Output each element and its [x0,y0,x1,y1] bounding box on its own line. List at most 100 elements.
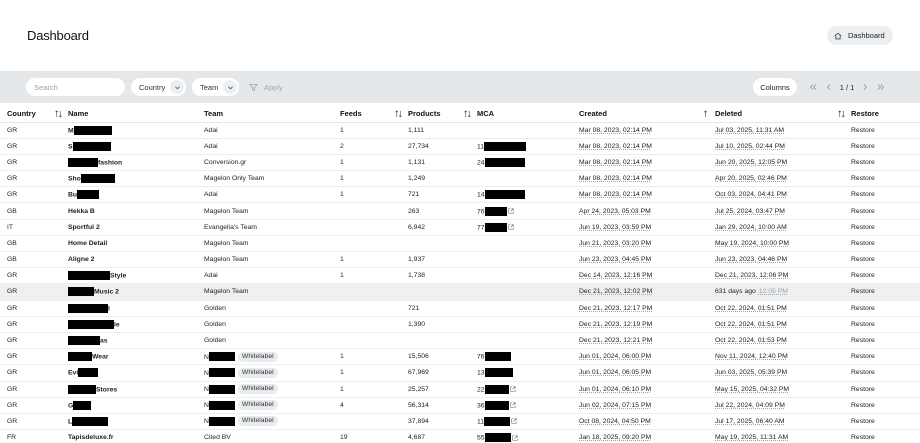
name-cell[interactable]: fashion [68,154,204,172]
restore-cell[interactable]: Restore [851,283,920,301]
sort-icon[interactable] [702,110,709,118]
name-cell[interactable]: as [68,332,204,350]
restore-button[interactable]: Restore [851,434,875,441]
name-cell[interactable]: Sportful 2 [68,219,204,236]
sort-icon[interactable] [464,110,471,118]
table-row[interactable]: GR M Adai 1 1,111 Mar 08, 2023, 02:14 PM Jul 0… [0,122,920,139]
table-row[interactable]: GR Evi N Whitelabel 1 67,969 13 Jun 01, 2024, 0… [0,364,920,382]
column-header[interactable]: Created [579,105,715,123]
restore-button[interactable]: Restore [851,305,875,312]
table-row[interactable]: GR G N Whitelabel 4 56,314 36 Jun 02, 2024, 07:… [0,397,920,414]
mca-cell[interactable]: 24 [477,154,579,172]
table-row[interactable]: GR le Golden 1,390 Dec 21, 2023, 12:19 PM Oct… [0,316,920,333]
table-row[interactable]: GB Home Detail Magelon Team Jun 21, 2023, 0… [0,235,920,253]
name-cell[interactable]: Home Detail [68,235,204,253]
table-row[interactable]: GR Wear N Whitelabel 1 15,506 76 Jun 01, 2024, … [0,348,920,366]
restore-button[interactable]: Restore [851,159,875,166]
restore-cell[interactable]: Restore [851,300,920,317]
table-row[interactable]: GR L N Whitelabel 37,894 11 Oct 08, 2024, 04:5… [0,413,920,431]
name-cell[interactable]: Aligne 2 [68,251,204,269]
restore-cell[interactable]: Restore [851,364,920,382]
external-link-icon[interactable] [509,402,516,409]
restore-button[interactable]: Restore [851,418,875,425]
restore-cell[interactable]: Restore [851,170,920,188]
columns-button[interactable]: Columns [753,78,797,96]
name-cell[interactable]: Stores [68,381,204,398]
restore-button[interactable]: Restore [851,208,875,215]
mca-cell[interactable]: 36 [477,397,579,414]
restore-button[interactable]: Restore [851,272,875,279]
restore-button[interactable]: Restore [851,256,875,263]
name-cell[interactable]: Tapisdeluxe.fr [68,429,204,443]
restore-cell[interactable]: Restore [851,348,920,366]
restore-cell[interactable]: Restore [851,397,920,414]
mca-cell[interactable]: 11 [477,138,579,155]
restore-cell[interactable]: Restore [851,316,920,333]
table-row[interactable]: GR Sho Magelon Only Team 1 1,249 Mar 08, 2023… [0,170,920,188]
restore-cell[interactable]: Restore [851,138,920,155]
mca-cell[interactable]: 11 [477,413,579,431]
restore-button[interactable]: Restore [851,127,875,134]
last-page-icon[interactable] [873,78,889,96]
name-cell[interactable]: Sho [68,170,204,188]
name-cell[interactable]: Evi [68,364,204,382]
mca-cell[interactable]: 13 [477,364,579,382]
external-link-icon[interactable] [511,434,518,441]
restore-cell[interactable]: Restore [851,413,920,431]
restore-button[interactable]: Restore [851,402,875,409]
name-cell[interactable]: M [68,122,204,139]
name-cell[interactable]: L [68,413,204,431]
column-header[interactable]: Restore [851,105,920,123]
column-header[interactable]: Deleted [715,105,851,123]
mca-cell[interactable]: 76 [477,348,579,366]
mca-cell[interactable]: 55 [477,429,579,443]
column-header[interactable]: Feeds [340,105,408,123]
restore-button[interactable]: Restore [851,288,875,295]
mca-cell[interactable]: 77 [477,219,579,236]
table-row[interactable]: GB Aligne 2 Magelon Team 1 1,937 Jun 23, 2023… [0,251,920,269]
restore-button[interactable]: Restore [851,369,875,376]
restore-button[interactable]: Restore [851,353,875,360]
table-row[interactable]: GR Bu Adai 1 721 14 Mar 08, 2023, 02:14 PM Oct … [0,186,920,204]
restore-cell[interactable]: Restore [851,235,920,253]
table-row[interactable]: FR Tapisdeluxe.fr Cited BV 19 4,687 55 Jan 18,… [0,429,920,443]
name-cell[interactable]: le [68,316,204,333]
external-link-icon[interactable] [509,386,516,393]
external-link-icon[interactable] [510,418,517,425]
search-input[interactable]: Search [26,78,125,96]
table-row[interactable]: IT Sportful 2 Evangelia's Team 6,942 77 Jun 1… [0,219,920,236]
restore-cell[interactable]: Restore [851,154,920,172]
mca-cell[interactable]: 76 [477,202,579,220]
breadcrumb[interactable]: Dashboard [827,26,893,45]
restore-button[interactable]: Restore [851,175,875,182]
name-cell[interactable]: Wear [68,348,204,366]
table-row[interactable]: GR l Golden 721 Dec 21, 2023, 12:17 PM Oct 22… [0,300,920,317]
country-filter[interactable]: Country [131,78,187,96]
table-row[interactable]: GR Music 2 Magelon Team Dec 21, 2023, 12:02… [0,283,920,301]
column-header[interactable]: Team [204,105,340,123]
first-page-icon[interactable] [805,78,821,96]
name-cell[interactable]: Style [68,267,204,285]
restore-cell[interactable]: Restore [851,267,920,285]
mca-cell[interactable]: 14 [477,186,579,204]
restore-button[interactable]: Restore [851,191,875,198]
restore-button[interactable]: Restore [851,337,875,344]
restore-cell[interactable]: Restore [851,186,920,204]
restore-button[interactable]: Restore [851,224,875,231]
restore-cell[interactable]: Restore [851,251,920,269]
external-link-icon[interactable] [507,224,514,231]
sort-icon[interactable] [55,110,62,118]
name-cell[interactable]: S [68,138,204,155]
column-header[interactable]: Name [68,105,204,123]
team-filter[interactable]: Team [192,78,240,96]
restore-button[interactable]: Restore [851,386,875,393]
table-row[interactable]: GR S Adai 2 27,734 11 Mar 08, 2023, 02:14 PM Ju… [0,138,920,155]
restore-cell[interactable]: Restore [851,122,920,139]
name-cell[interactable]: G [68,397,204,414]
table-row[interactable]: GR as Golden Dec 21, 2023, 12:21 PM Oct 22, … [0,332,920,350]
apply-button[interactable]: Apply [249,78,283,96]
restore-cell[interactable]: Restore [851,429,920,443]
sort-icon[interactable] [838,110,845,118]
name-cell[interactable]: Bu [68,186,204,204]
name-cell[interactable]: Music 2 [68,283,204,301]
